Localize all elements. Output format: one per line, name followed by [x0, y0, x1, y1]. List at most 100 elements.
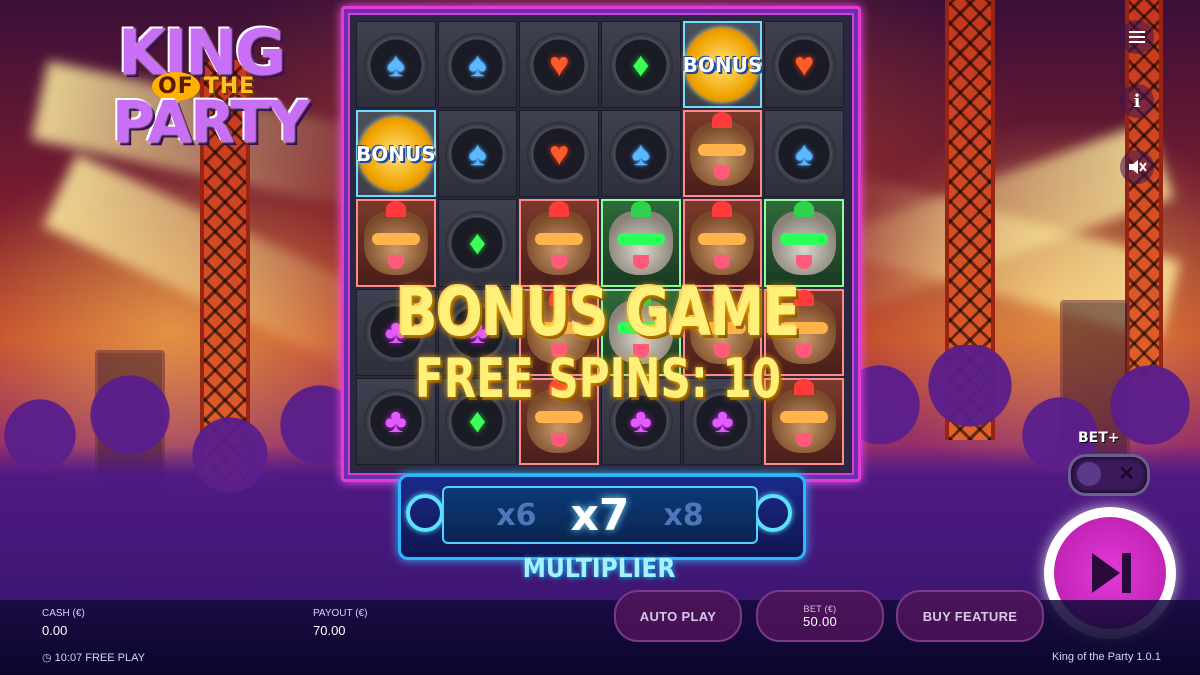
reel-cell-diamond: ♦ — [600, 21, 681, 109]
wolf-mohawk — [630, 290, 651, 307]
reel-cell-hyena — [682, 110, 763, 198]
club-icon: ♣ — [445, 300, 510, 365]
reel-cell-hyena — [764, 377, 844, 465]
reel-cell-hyena — [519, 377, 599, 465]
auto-play-button[interactable]: AUTO PLAY — [614, 590, 742, 642]
hyena-tongue — [714, 165, 731, 180]
clock-status: ◷ 10:07 FREE PLAY — [42, 651, 145, 664]
menu-icon — [1129, 31, 1145, 43]
club-symbol: ♣ — [384, 313, 407, 352]
game-version: King of the Party 1.0.1 — [1052, 651, 1161, 663]
spade-symbol: ♠ — [468, 134, 487, 173]
hyena-mohawk — [549, 379, 570, 396]
bonus-symbol-label: BONUS — [356, 141, 436, 166]
hyena-glasses — [698, 322, 747, 335]
reel-cell-heart: ♥ — [519, 21, 599, 109]
heart-icon: ♥ — [772, 32, 837, 97]
hyena-glasses — [698, 143, 747, 156]
payout-label: PAYOUT (€) — [313, 608, 368, 619]
reel-cell-wolf — [600, 288, 681, 376]
diamond-icon: ♦ — [445, 389, 510, 454]
spade-icon: ♠ — [772, 121, 837, 186]
logo-party: PARTY — [112, 88, 310, 156]
reel-cell-club: ♣ — [682, 377, 763, 465]
wolf-tongue — [796, 254, 813, 269]
multiplier-current: x7 — [570, 489, 630, 541]
symbol-grid: ♠ ♠ ♥ ♦ BONUS ♥ BONUS ♠ ♥ ♠ ♠ ♦ ♣ ♣ ♣ ♦ ♣ ♣ — [356, 21, 844, 465]
hyena-mohawk — [549, 200, 570, 217]
hyena-glasses — [535, 411, 584, 424]
cash-label: CASH (€) — [42, 608, 85, 619]
hyena-tongue — [551, 254, 568, 269]
hyena-mohawk — [712, 111, 733, 128]
hyena-mohawk — [712, 200, 733, 217]
reel-cell-club: ♣ — [600, 377, 681, 465]
bonus-record-icon: BONUS — [356, 116, 436, 191]
hyena-tongue — [796, 433, 813, 448]
spade-symbol: ♠ — [468, 45, 487, 84]
sound-muted-icon — [1129, 160, 1147, 174]
hyena-tongue — [714, 254, 731, 269]
hyena-tongue — [551, 344, 568, 359]
buy-feature-button[interactable]: BUY FEATURE — [896, 590, 1044, 642]
close-icon: ✕ — [1118, 463, 1135, 485]
play-mode: FREE PLAY — [85, 652, 145, 664]
spade-symbol: ♠ — [386, 45, 405, 84]
reel-cell-bonus: BONUS — [682, 21, 763, 109]
bet-button[interactable]: BET (€) 50.00 — [756, 590, 884, 642]
clock-icon: ◷ — [42, 652, 52, 664]
game-logo: KING OF THE PARTY — [112, 16, 337, 156]
multiplier-next: x8 — [663, 497, 704, 533]
spade-symbol: ♠ — [631, 134, 650, 173]
hyena-glasses — [535, 322, 584, 335]
info-button[interactable]: i — [1120, 84, 1154, 118]
reel-cell-club: ♣ — [437, 288, 518, 376]
club-icon: ♣ — [608, 389, 673, 454]
wolf-character-icon — [772, 200, 837, 275]
wolf-mohawk — [794, 200, 815, 217]
hyena-mohawk — [712, 290, 733, 307]
wolf-character-icon — [608, 290, 673, 365]
auto-play-label: AUTO PLAY — [639, 608, 717, 624]
heart-icon: ♥ — [527, 121, 592, 186]
skip-forward-icon — [1092, 553, 1131, 593]
reel-cell-bonus: BONUS — [356, 110, 436, 198]
club-symbol: ♣ — [466, 313, 489, 352]
bet-plus-toggle[interactable]: ✕ — [1068, 454, 1150, 496]
reel-cell-spade: ♠ — [356, 21, 436, 109]
hyena-character-icon — [527, 379, 592, 454]
hyena-mohawk — [794, 290, 815, 307]
hyena-mohawk — [794, 379, 815, 396]
hyena-character-icon — [690, 200, 755, 275]
bet-value: 50.00 — [802, 613, 838, 629]
reel-cell-diamond: ♦ — [437, 199, 518, 287]
payout-value: 70.00 — [313, 623, 346, 638]
hyena-tongue — [714, 344, 731, 359]
multiplier-prev: x6 — [496, 497, 537, 533]
reel-cell-diamond: ♦ — [437, 377, 518, 465]
spade-symbol: ♠ — [795, 134, 814, 173]
diamond-icon: ♦ — [608, 32, 673, 97]
reel-cell-heart: ♥ — [764, 21, 844, 109]
menu-button[interactable] — [1120, 20, 1154, 54]
spade-icon: ♠ — [445, 121, 510, 186]
buy-feature-label: BUY FEATURE — [922, 608, 1018, 624]
diamond-symbol: ♦ — [632, 45, 650, 84]
hyena-character-icon — [690, 111, 755, 186]
diamond-symbol: ♦ — [468, 402, 487, 441]
reel-cell-club: ♣ — [356, 288, 436, 376]
bet-label: BET (€) — [803, 603, 837, 614]
hyena-glasses — [535, 232, 584, 245]
wolf-glasses — [616, 322, 665, 335]
wolf-glasses — [616, 232, 665, 245]
sound-toggle-button[interactable] — [1120, 150, 1154, 184]
multiplier-display: x6 x7 x8 MULTIPLIER — [398, 474, 806, 584]
reel-cell-wolf — [600, 199, 681, 287]
wolf-tongue — [632, 344, 649, 359]
reel-cell-heart: ♥ — [519, 110, 599, 198]
heart-symbol: ♥ — [794, 45, 815, 84]
hyena-character-icon — [772, 379, 837, 454]
reel-cell-spade: ♠ — [764, 110, 844, 198]
club-symbol: ♣ — [711, 402, 734, 441]
hyena-character-icon — [772, 290, 837, 365]
